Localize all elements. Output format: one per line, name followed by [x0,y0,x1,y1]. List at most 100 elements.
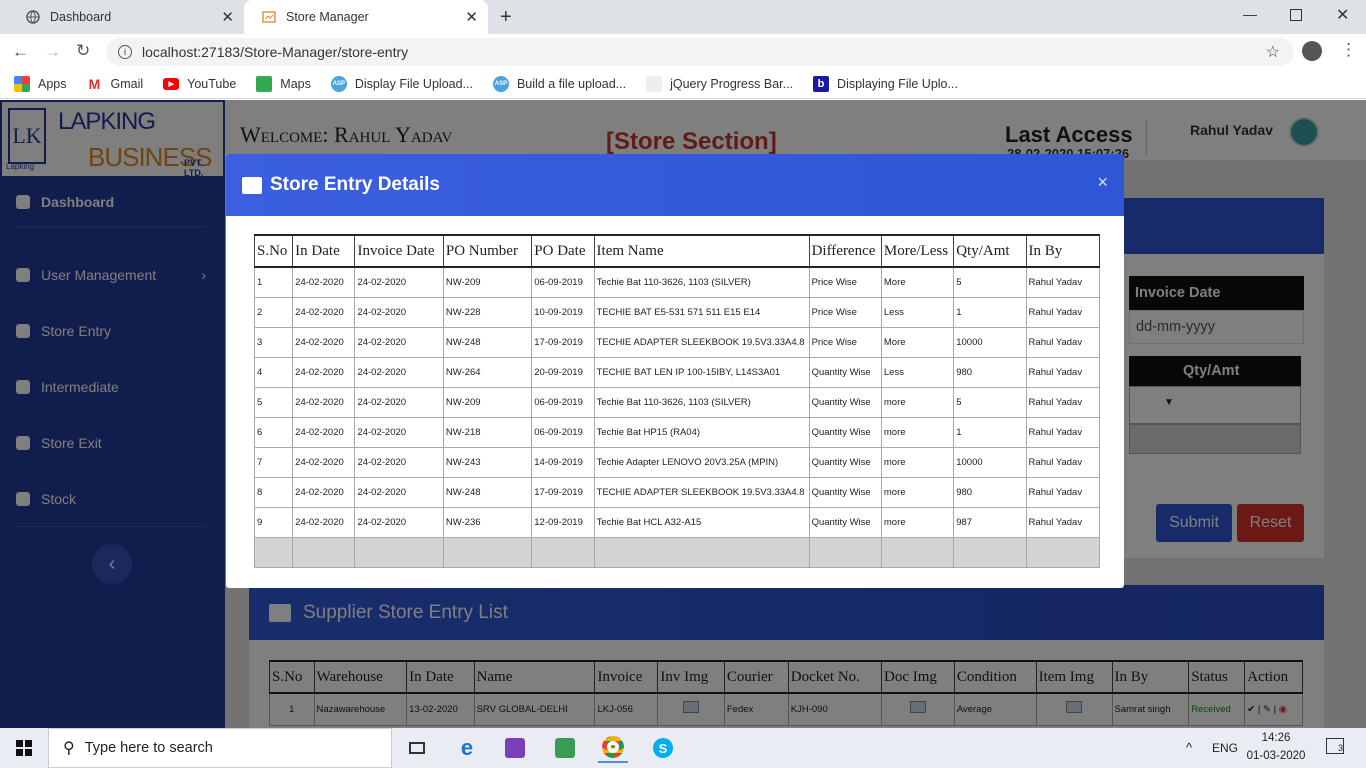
table-row: 5 24-02-2020 24-02-2020 NW-209 06-09-2019 Tec… [253,386,1101,418]
notifications-icon[interactable]: 3 [1326,738,1344,754]
close-window-icon[interactable]: ✕ [1336,5,1349,25]
table-cell: 24-02-2020 [292,506,356,538]
minimize-icon[interactable]: — [1243,6,1257,22]
bookmark-maps[interactable]: Maps [256,76,311,92]
column-header: In Date [292,234,356,268]
new-tab-icon[interactable]: + [500,6,512,29]
table-cell: Rahul Yadav [1025,326,1101,358]
table-cell: more [880,506,955,538]
table-cell: more [880,446,955,478]
code-app-icon[interactable] [550,733,580,763]
table-cell: 9 [253,506,294,538]
table-cell: 17-09-2019 [531,326,595,358]
windows-start-icon[interactable] [16,740,32,759]
footer-cell [354,536,444,568]
table-cell: Less [880,296,955,328]
clock-date[interactable]: 01-03-2020 [1246,750,1306,762]
b-site-icon: b [813,76,830,92]
info-icon: i [118,45,132,59]
chrome-icon[interactable] [598,733,628,763]
table-cell: Rahul Yadav [1025,506,1101,538]
gmail-icon: M [88,76,101,92]
tab-label: Dashboard [50,10,112,24]
url-field[interactable]: i localhost:27183/Store-Manager/store-en… [106,38,1294,66]
column-header: More/Less [880,234,955,268]
table-cell: 24-02-2020 [292,476,356,508]
asp-icon: ASP [330,76,347,92]
column-header: PO Number [442,234,533,268]
table-cell: Rahul Yadav [1025,296,1101,328]
table-row: 7 24-02-2020 24-02-2020 NW-243 14-09-2019 Tec… [253,446,1101,478]
profile-avatar-icon[interactable] [1302,41,1322,61]
table-cell: Techie Adapter LENOVO 20V3.25A (MPIN) [593,446,810,478]
reload-icon[interactable]: ↻ [76,41,90,61]
table-cell: 20-09-2019 [531,356,595,388]
footer-cell [953,536,1027,568]
table-cell: 24-02-2020 [292,326,356,358]
table-cell: TECHIE ADAPTER SLEEKBOOK 19.5V3.33A4.8 [593,476,810,508]
modal-close-icon[interactable]: × [1097,172,1108,193]
bookmark-star-icon[interactable]: ☆ [1266,42,1280,62]
bookmark-display-file-upload[interactable]: ASP Display File Upload... [330,76,473,92]
table-cell: 12-09-2019 [531,506,595,538]
edge-icon[interactable]: e [452,733,482,763]
column-header: Difference [808,234,882,268]
table-cell: 4 [253,356,294,388]
table-cell: 24-02-2020 [292,446,356,478]
search-icon: ⚲ [63,740,75,757]
visual-studio-icon[interactable] [500,733,530,763]
page-icon [646,76,663,92]
clock-time[interactable]: 14:26 [1246,732,1306,744]
column-header: Qty/Amt [953,234,1027,268]
footer-cell [292,536,356,568]
table-cell: 8 [253,476,294,508]
table-cell: 7 [253,446,294,478]
table-cell: 17-09-2019 [531,476,595,508]
table-cell: Rahul Yadav [1025,476,1101,508]
skype-icon[interactable]: S [648,733,678,763]
table-cell: 10-09-2019 [531,296,595,328]
bookmark-displaying-file-upload[interactable]: b Displaying File Uplo... [813,76,958,92]
table-cell: More [880,326,955,358]
table-cell: Quantity Wise [808,506,882,538]
table-cell: 06-09-2019 [531,416,595,448]
bookmark-gmail[interactable]: M Gmail [87,76,144,92]
table-cell: 06-09-2019 [531,266,595,298]
close-tab-icon[interactable]: ✕ [221,8,234,26]
modal-title: Store Entry Details [270,174,440,195]
taskbar-search[interactable]: ⚲ Type here to search [48,728,392,768]
column-header: S.No [253,234,294,268]
table-cell: 1 [953,296,1027,328]
language-indicator[interactable]: ENG [1212,741,1238,755]
table-cell: 3 [253,326,294,358]
tab-store-manager[interactable]: Store Manager ✕ [244,0,488,34]
globe-icon [26,10,40,24]
back-icon[interactable]: ← [12,42,29,62]
bookmark-build-file-upload[interactable]: ASP Build a file upload... [492,76,626,92]
close-tab-icon[interactable]: ✕ [465,8,478,26]
tab-dashboard[interactable]: Dashboard ✕ [8,0,244,34]
table-cell: 1 [953,416,1027,448]
table-cell: 24-02-2020 [354,476,444,508]
more-menu-icon[interactable]: ⋮ [1340,40,1357,60]
youtube-icon: ▶ [163,78,180,90]
footer-cell [253,536,294,568]
store-entry-details-modal: Store Entry Details × S.No In Date Invoice… [226,154,1124,588]
apps-grid-icon [14,76,30,92]
table-cell: Techie Bat HP15 (RA04) [593,416,810,448]
chevron-up-icon[interactable]: ^ [1186,740,1192,755]
bookmark-youtube[interactable]: ▶ YouTube [163,77,236,91]
bookmark-jquery-progress[interactable]: jQuery Progress Bar... [646,76,793,92]
table-row: 1 24-02-2020 24-02-2020 NW-209 06-09-2019 Tec… [253,266,1101,298]
table-footer-row [253,536,1101,568]
store-entry-table: S.No In Date Invoice Date PO Number PO Date I… [253,234,1101,568]
modal-header: Store Entry Details [226,154,1124,216]
task-view-icon[interactable] [402,733,432,763]
table-cell: NW-243 [442,446,533,478]
bookmark-apps[interactable]: Apps [14,76,67,92]
forward-icon[interactable]: → [44,42,61,62]
table-cell: 5 [953,266,1027,298]
restore-icon[interactable] [1290,9,1302,21]
table-cell: NW-209 [442,386,533,418]
table-cell: Rahul Yadav [1025,266,1101,298]
